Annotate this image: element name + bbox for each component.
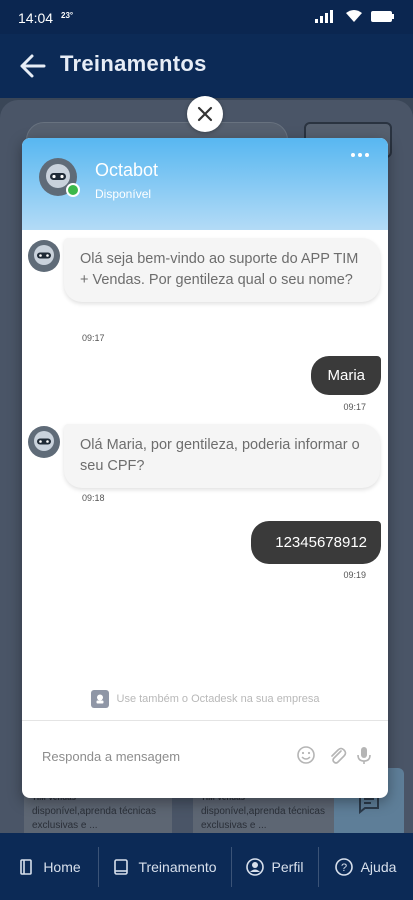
bot-avatar bbox=[28, 426, 60, 458]
octadesk-logo-icon bbox=[90, 690, 109, 708]
nav-perfil-label: Perfil bbox=[271, 858, 304, 875]
back-arrow-icon[interactable] bbox=[18, 52, 46, 80]
signal-icon bbox=[315, 10, 333, 23]
book-icon bbox=[114, 858, 129, 875]
message-input[interactable] bbox=[42, 746, 292, 766]
message-composer bbox=[22, 720, 388, 798]
svg-text:?: ? bbox=[341, 862, 347, 874]
powered-by-note[interactable]: Use também o Octadesk na sua empresa bbox=[22, 686, 388, 712]
close-icon bbox=[197, 106, 213, 122]
nav-ajuda[interactable]: ? Ajuda bbox=[318, 833, 413, 900]
user-message: Maria bbox=[311, 356, 381, 395]
bottom-nav: Home Treinamento Perfil ? Ajuda bbox=[0, 833, 413, 900]
message-time: 09:18 bbox=[82, 493, 105, 503]
bot-message: Olá Maria, por gentileza, poderia inform… bbox=[64, 424, 380, 488]
message-time: 09:19 bbox=[343, 570, 366, 580]
message-time: 09:17 bbox=[82, 333, 105, 343]
chat-window: Octabot Disponível Olá seja bem-vindo ao… bbox=[22, 138, 388, 798]
status-temperature: 23° bbox=[61, 11, 74, 20]
microphone-icon[interactable] bbox=[354, 745, 374, 765]
help-icon: ? bbox=[334, 857, 353, 876]
nav-perfil[interactable]: Perfil bbox=[231, 833, 318, 900]
online-status-dot bbox=[66, 183, 80, 197]
status-time: 14:04 bbox=[18, 10, 54, 26]
emoji-icon[interactable] bbox=[296, 745, 316, 765]
message-time: 09:17 bbox=[343, 402, 366, 412]
attachment-icon[interactable] bbox=[327, 745, 347, 765]
nav-home-label: Home bbox=[43, 858, 81, 875]
close-chat-button[interactable] bbox=[187, 96, 223, 132]
bot-avatar bbox=[28, 240, 60, 272]
user-message: 12345678912 bbox=[251, 521, 381, 564]
more-options-icon[interactable] bbox=[350, 150, 370, 160]
background-tile-text: disponível,aprenda técnicas exclusivas e… bbox=[201, 806, 325, 831]
bot-message: Olá seja bem-vindo ao suporte do APP TIM… bbox=[64, 238, 380, 302]
home-icon bbox=[20, 858, 33, 875]
nav-ajuda-label: Ajuda bbox=[360, 858, 397, 875]
app-header: Treinamentos bbox=[0, 34, 413, 98]
nav-treinamento[interactable]: Treinamento bbox=[98, 833, 231, 900]
powered-by-text: Use também o Octadesk na sua empresa bbox=[116, 693, 320, 705]
bot-name: Octabot bbox=[95, 160, 159, 180]
user-icon bbox=[245, 857, 264, 876]
battery-icon bbox=[371, 10, 394, 22]
bot-status: Disponível bbox=[95, 187, 152, 201]
nav-treinamento-label: Treinamento bbox=[138, 858, 217, 875]
wifi-icon bbox=[346, 10, 362, 22]
nav-home[interactable]: Home bbox=[0, 833, 98, 900]
page-title: Treinamentos bbox=[60, 51, 207, 76]
status-icons bbox=[315, 9, 395, 23]
background-tile-text: disponível,aprenda técnicas exclusivas e… bbox=[32, 806, 156, 831]
chat-header: Octabot Disponível bbox=[22, 138, 388, 230]
status-bar: 14:04 23° bbox=[0, 0, 413, 34]
